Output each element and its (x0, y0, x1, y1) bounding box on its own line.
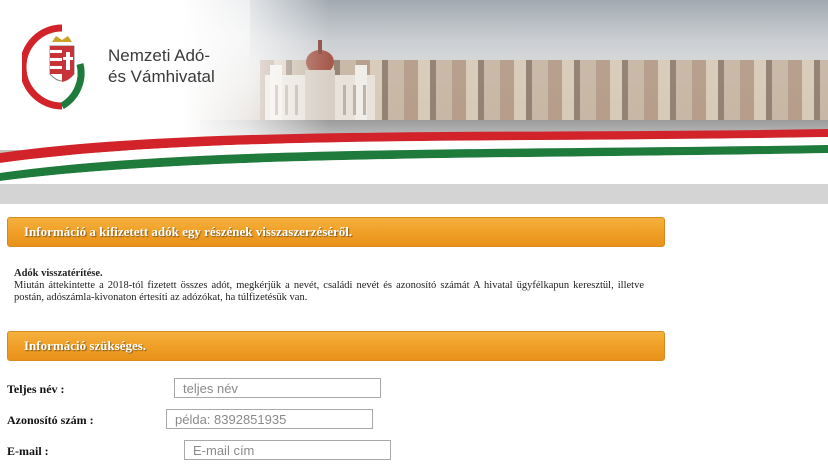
header-banner: Nemzeti Adó- és Vámhivatal (0, 0, 828, 185)
fullname-label: Teljes név : (7, 382, 65, 396)
refund-info-title: Információ a kifizetett adók egy részéne… (24, 224, 353, 239)
email-input[interactable] (184, 440, 391, 460)
nav-logo-icon (22, 24, 85, 110)
required-info-header: Információ szükséges. (7, 331, 665, 361)
refund-info-body: Miután áttekintette a 2018-tól fizetett … (14, 280, 644, 303)
refund-info-heading: Adók visszatérítése. (14, 268, 103, 279)
logo-line-2: és Vámhivatal (108, 67, 215, 86)
refund-info-text: Adók visszatérítése. Miután áttekintette… (14, 268, 644, 304)
logo-line-1: Nemzeti Adó- (108, 46, 211, 65)
refund-info-header: Információ a kifizetett adók egy részéne… (7, 217, 665, 247)
email-label: E-mail : (7, 444, 49, 458)
idnumber-input[interactable] (166, 409, 373, 429)
tricolor-stripes (0, 129, 828, 185)
logo-text: Nemzeti Adó- és Vámhivatal (108, 45, 215, 87)
grey-separator-bar (0, 184, 828, 204)
fullname-input[interactable] (174, 378, 381, 398)
idnumber-label: Azonosító szám : (7, 413, 94, 427)
required-info-title: Információ szükséges. (24, 338, 147, 353)
